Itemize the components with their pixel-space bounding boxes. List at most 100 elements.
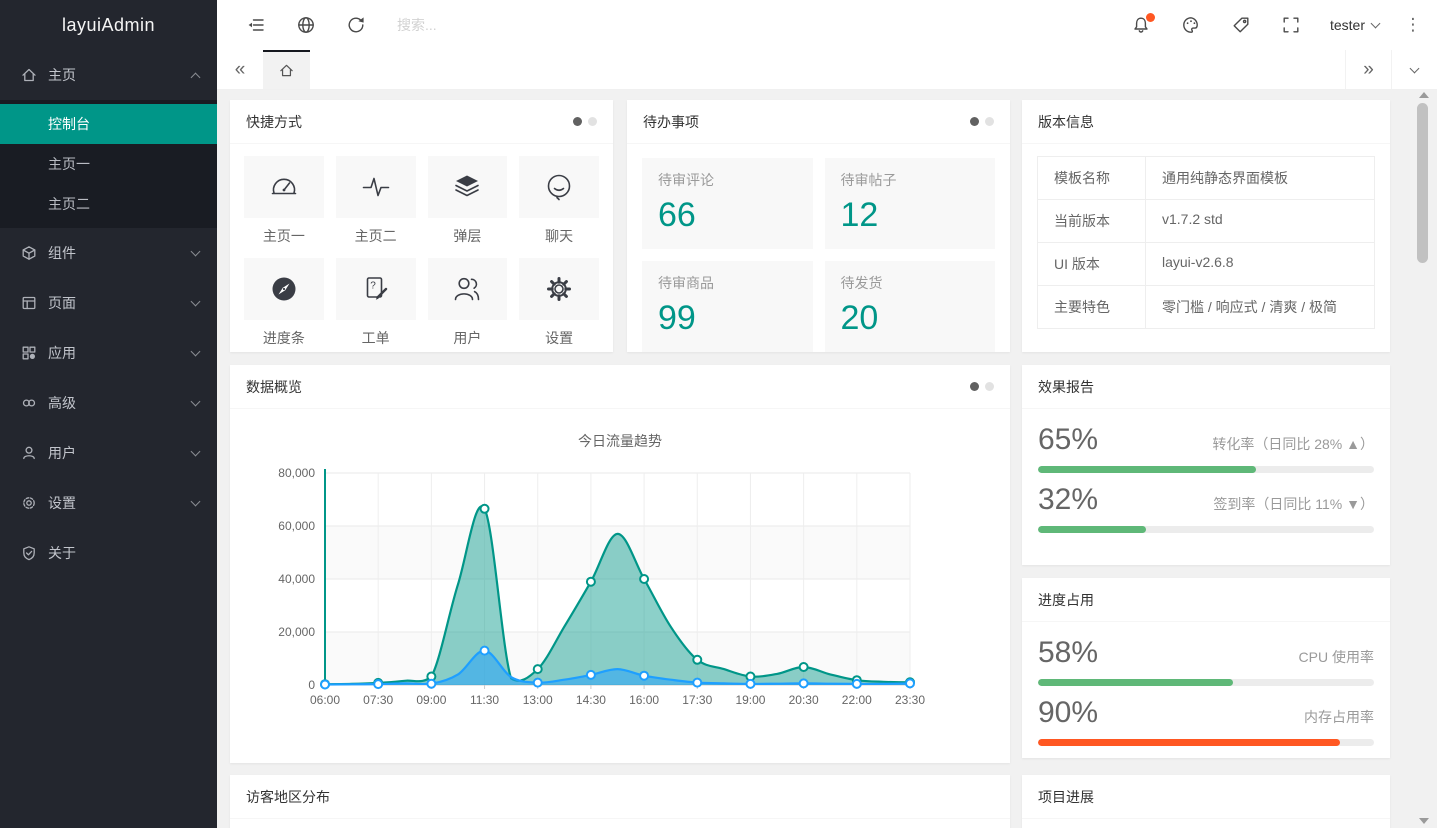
shortcut-chat[interactable]: 聊天 [519,156,599,246]
stat-label: 签到率（日同比 11% ▼） [1213,496,1374,512]
sidebar-item-console[interactable]: 控制台 [0,104,217,144]
panel-title: 快捷方式 [246,113,302,130]
chevron-down-icon [190,296,201,307]
chevron-up-icon [190,72,201,82]
tabs-scroll-left-button[interactable]: « [217,50,263,89]
svg-text:17:30: 17:30 [682,693,712,707]
panel-usage: 进度占用 58% CPU 使用率 90% 内存占用率 [1022,578,1390,758]
users-icon [455,277,480,301]
home-icon [280,64,293,77]
vertical-scrollbar[interactable] [1416,90,1431,826]
stat-percent: 90% [1038,696,1099,729]
shrink-sidebar-button[interactable] [231,0,281,50]
shortcut-workorder[interactable]: ? 工单 [335,258,416,348]
shortcut-home1[interactable]: 主页一 [244,156,324,246]
sidebar-item-set[interactable]: 设置 [0,478,217,528]
work-order-icon: ? [366,277,387,300]
refresh-icon [348,17,364,33]
compass-icon [272,277,296,301]
sidebar-item-home1[interactable]: 主页一 [0,144,217,184]
website-button[interactable] [281,0,331,50]
panel-todo: 待办事项 待审评论 66 待审帖子 12 待审商品 99 待发货 20 [627,100,1010,352]
sidebar-item-home[interactable]: 主页 [0,50,217,100]
stat-label: 内存占用率 [1304,709,1374,725]
panel-data-overview: 数据概览 今日流量趋势 0 20,000 40,000 60,000 80,000 06:… [230,365,1010,763]
sidebar-item-home2[interactable]: 主页二 [0,184,217,224]
carousel-dot-active[interactable] [573,117,582,126]
shortcut-home2[interactable]: 主页二 [335,156,416,246]
main-area: tester ⋮ « » 快捷方式 [217,0,1437,828]
sidebar-item-app[interactable]: 应用 [0,328,217,378]
website-icon [298,17,314,33]
svg-text:19:00: 19:00 [735,693,765,707]
carousel-dot-active[interactable] [970,117,979,126]
shortcut-user[interactable]: 用户 [427,258,508,348]
carousel-dot[interactable] [985,382,994,391]
todo-count: 66 [658,196,696,234]
svg-text:60,000: 60,000 [278,519,315,533]
svg-text:16:00: 16:00 [629,693,659,707]
stat-label: 转化率（日同比 28% ▲） [1212,436,1374,452]
panel-report: 效果报告 65% 转化率（日同比 28% ▲） 32% 签到率（日同比 11% ▼） [1022,365,1390,565]
panel-region: 访客地区分布 [230,775,1010,828]
shortcut-set[interactable]: 设置 [519,258,599,348]
svg-text:80,000: 80,000 [278,466,315,480]
gear-icon [23,497,35,509]
svg-text:13:00: 13:00 [523,693,553,707]
shield-check-icon [23,546,35,561]
row-3: 访客地区分布 项目进展 [230,775,1437,828]
double-chevron-left-icon: « [234,58,246,80]
sidebar-item-page[interactable]: 页面 [0,278,217,328]
layers-icon [455,175,480,197]
sidebar-item-about[interactable]: 关于 [0,528,217,578]
panel-title: 进度占用 [1038,591,1094,608]
app-logo: layuiAdmin [61,15,156,35]
scrollbar-down-arrow[interactable] [1419,818,1429,824]
shortcut-progress[interactable]: 进度条 [244,258,324,348]
sidebar-item-senior[interactable]: 高级 [0,378,217,428]
senior-icon [22,399,36,407]
carousel-dot[interactable] [588,117,597,126]
stat-percent: 58% [1038,636,1099,669]
shortcut-layer[interactable]: 弹层 [427,156,508,246]
fullscreen-icon [1283,17,1299,33]
app-window: layuiAdmin 主页 控制台 主页一 主页二 组件 页面 应用 高级 用户… [0,0,1437,828]
svg-text:40,000: 40,000 [278,572,315,586]
carousel-dot[interactable] [985,117,994,126]
traffic-chart: 0 20,000 40,000 60,000 80,000 06:00 07:30 09:00… [278,466,925,707]
tabs-menu-button[interactable] [1391,50,1437,89]
theme-button[interactable] [1166,0,1216,50]
carousel-dot-active[interactable] [970,382,979,391]
search-input[interactable] [397,17,607,33]
user-icon [23,446,35,460]
pulse-icon [362,177,389,197]
panel-title: 效果报告 [1038,378,1094,395]
sidebar-item-component[interactable]: 组件 [0,228,217,278]
todo-card-goods: 待审商品 99 [642,261,813,352]
more-menu-button[interactable]: ⋮ [1393,15,1433,35]
progress-bar [1038,679,1374,686]
tab-home[interactable] [263,50,310,89]
tabs-scroll-right-button[interactable]: » [1345,50,1391,89]
user-menu[interactable]: tester [1316,0,1393,50]
todo-card-shipments: 待发货 20 [824,261,995,352]
sidebar-item-user[interactable]: 用户 [0,428,217,478]
sidebar-item-label: 页面 [48,295,76,311]
table-row: 主要特色 零门槛 / 响应式 / 清爽 / 极简 [1038,286,1374,328]
scrollbar-up-arrow[interactable] [1419,92,1429,98]
svg-text:11:30: 11:30 [470,693,499,707]
scrollbar-thumb[interactable] [1417,103,1428,263]
notifications-button[interactable] [1116,0,1166,50]
carousel-indicators [970,117,994,126]
fullscreen-button[interactable] [1266,0,1316,50]
tag-button[interactable] [1216,0,1266,50]
svg-text:23:30: 23:30 [895,693,925,707]
sidebar-item-label: 应用 [48,345,76,361]
stat-memory: 90% 内存占用率 [1038,696,1374,746]
refresh-button[interactable] [331,0,381,50]
row-1: 快捷方式 主页一 主页二 弹层 聊天 进度条 ? 工单 用户 设置 待办事项 待… [230,100,1437,352]
sidebar: layuiAdmin 主页 控制台 主页一 主页二 组件 页面 应用 高级 用户… [0,0,217,828]
progress-bar [1038,739,1374,746]
right-column: 效果报告 65% 转化率（日同比 28% ▲） 32% 签到率（日同比 11% ▼） [1022,365,1390,763]
username-label: tester [1329,17,1365,33]
